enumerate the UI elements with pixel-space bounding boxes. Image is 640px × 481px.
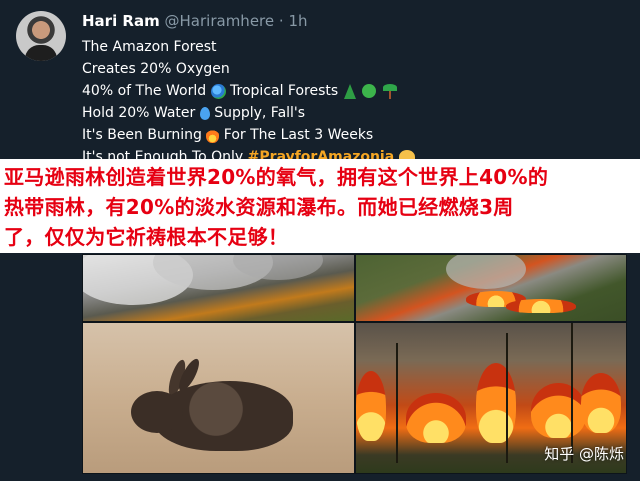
tweet-line: The Amazon Forest	[82, 39, 217, 55]
tweet-header: Hari Ram @Hariramhere · 1h	[82, 12, 308, 30]
caption-line: 亚马逊雨林创造着世界20%的氧气，拥有这个世界上40%的	[4, 165, 549, 189]
evergreen-tree-icon	[343, 83, 356, 99]
tweet-text: The Amazon Forest Creates 20% Oxygen 40%…	[82, 36, 415, 168]
zhihu-watermark: 知乎 @陈烁	[544, 445, 624, 463]
deciduous-tree-icon	[362, 84, 377, 98]
tweet-line: It's Been Burning For The Last 3 Weeks	[82, 127, 374, 143]
burning-forest-aerial-photo[interactable]	[355, 254, 627, 322]
chinese-caption-banner: 亚马逊雨林创造着世界20%的氧气，拥有这个世界上40%的 热带雨林，有20%的淡…	[0, 159, 640, 253]
author-avatar[interactable]	[16, 11, 66, 61]
globe-icon	[210, 83, 226, 99]
fire-icon	[206, 127, 220, 143]
palm-tree-icon	[382, 83, 397, 99]
author-name[interactable]: Hari Ram	[82, 12, 160, 30]
tweet-line: Creates 20% Oxygen	[82, 61, 230, 77]
caption-line: 了，仅仅为它祈祷根本不足够！	[4, 225, 289, 249]
forest-smoke-photo[interactable]	[82, 254, 355, 322]
droplet-icon	[199, 106, 210, 120]
burned-rabbit-photo[interactable]	[82, 322, 355, 474]
separator-dot: ·	[278, 12, 284, 30]
author-handle[interactable]: @Hariramhere	[165, 12, 275, 30]
tweet-line: 40% of The World Tropical Forests	[82, 80, 415, 102]
tweet-timestamp[interactable]: 1h	[288, 12, 307, 30]
caption-line: 热带雨林，有20%的淡水资源和瀑布。而她已经燃烧3周	[4, 195, 514, 219]
tweet-line: Hold 20% Water Supply, Fall's	[82, 105, 306, 121]
